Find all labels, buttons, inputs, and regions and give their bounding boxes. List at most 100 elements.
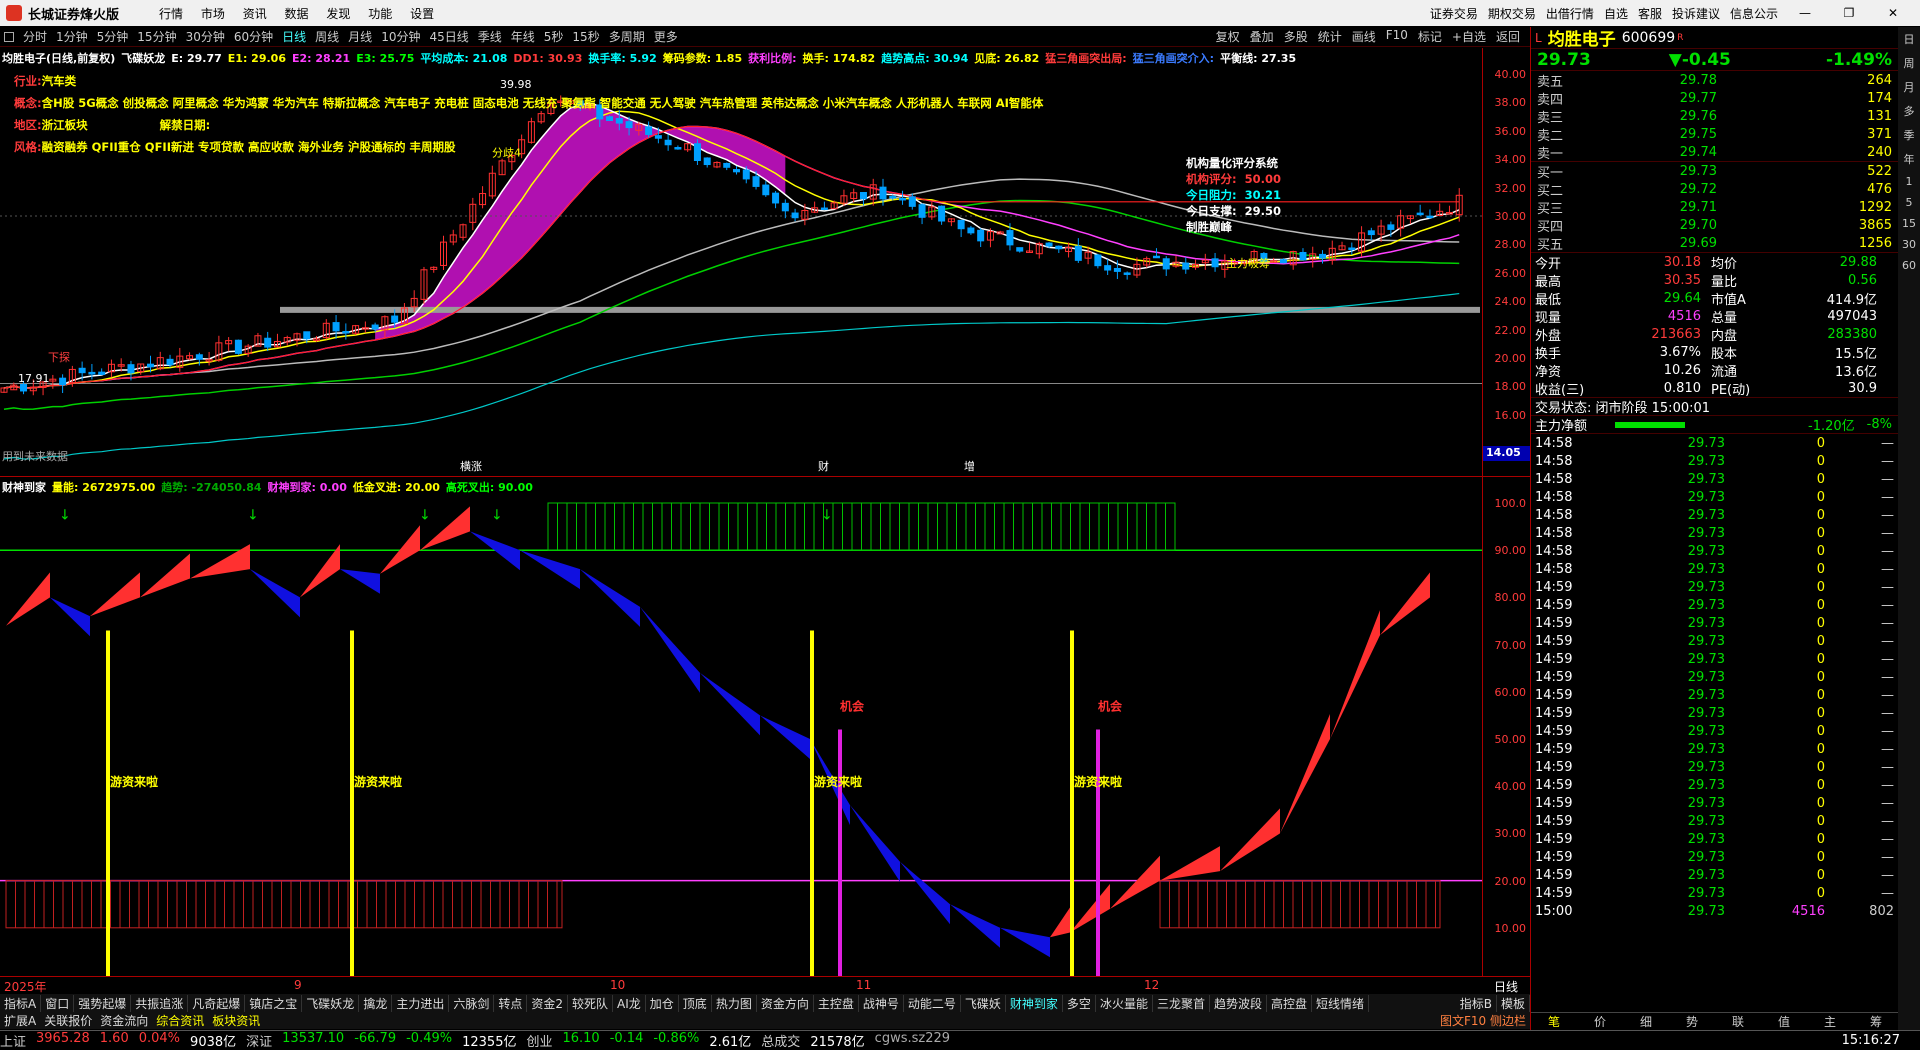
tool-button[interactable]: 画线 — [1352, 28, 1376, 45]
detail-tab[interactable]: 筹 — [1853, 1013, 1899, 1030]
indicator-tab[interactable]: 顶底 — [679, 994, 712, 1012]
top-link[interactable]: 信息公示 — [1730, 5, 1778, 22]
side-period[interactable]: 月 — [1904, 79, 1915, 95]
side-period[interactable]: 多 — [1904, 103, 1915, 119]
minimize-icon[interactable]: — — [1788, 6, 1822, 20]
period-tab[interactable]: 月线 — [348, 28, 372, 45]
layout-icon[interactable] — [4, 31, 14, 42]
close-icon[interactable]: ✕ — [1876, 6, 1910, 20]
indicator-tab[interactable]: AI龙 — [613, 994, 646, 1012]
period-tab[interactable]: 5秒 — [544, 28, 564, 45]
side-period[interactable]: 年 — [1904, 151, 1915, 167]
extension-tab[interactable]: 资金流向 — [96, 1012, 152, 1029]
period-tab[interactable]: 季线 — [478, 28, 502, 45]
menu-item[interactable]: 功能 — [368, 7, 392, 21]
indicator-tab[interactable]: 资金2 — [527, 994, 569, 1012]
top-link[interactable]: 自选 — [1604, 5, 1628, 22]
indicator-tab[interactable]: 擒龙 — [359, 994, 393, 1012]
menu-item[interactable]: 资讯 — [243, 7, 267, 21]
tool-button[interactable]: F10 — [1386, 28, 1408, 45]
menu-item[interactable]: 数据 — [285, 7, 309, 21]
indicator-tab[interactable]: 热力图 — [712, 994, 757, 1012]
period-tab[interactable]: 年线 — [511, 28, 535, 45]
indicator-right-tab[interactable]: 模板 — [1497, 994, 1530, 1012]
tool-button[interactable]: 多股 — [1284, 28, 1308, 45]
period-tab[interactable]: 15秒 — [572, 28, 599, 45]
period-tab[interactable]: 1分钟 — [56, 28, 88, 45]
menu-item[interactable]: 设置 — [410, 7, 434, 21]
indicator-tab[interactable]: 多空 — [1063, 994, 1096, 1012]
indicator-tab[interactable]: 飞碟妖龙 — [302, 994, 360, 1012]
period-tab[interactable]: 15分钟 — [137, 28, 176, 45]
top-link[interactable]: 期权交易 — [1488, 5, 1536, 22]
indicator-right-tab[interactable]: 指标B — [1456, 994, 1497, 1012]
side-period[interactable]: 15 — [1902, 217, 1916, 230]
period-tab[interactable]: 分时 — [23, 28, 47, 45]
side-period[interactable]: 季 — [1904, 127, 1915, 143]
menu-item[interactable]: 行情 — [159, 7, 183, 21]
indicator-tab[interactable]: 高控盘 — [1267, 994, 1312, 1012]
indicator-tab[interactable]: 战神号 — [859, 994, 904, 1012]
indicator-tab[interactable]: 三龙聚首 — [1153, 994, 1210, 1012]
extension-tab[interactable]: 综合资讯 — [152, 1012, 208, 1029]
side-period[interactable]: 日 — [1904, 31, 1915, 47]
extension-tab[interactable]: 关联报价 — [40, 1012, 96, 1029]
indicator-tab[interactable]: 飞碟妖 — [961, 994, 1006, 1012]
tool-button[interactable]: 返回 — [1496, 28, 1520, 45]
period-tab[interactable]: 30分钟 — [186, 28, 225, 45]
indicator-tab[interactable]: 冰火量能 — [1096, 994, 1153, 1012]
period-tab[interactable]: 5分钟 — [97, 28, 129, 45]
tool-button[interactable]: +自选 — [1452, 28, 1486, 45]
indicator-tab[interactable]: 资金方向 — [757, 994, 814, 1012]
top-link[interactable]: 客服 — [1638, 5, 1662, 22]
side-period[interactable]: 周 — [1904, 55, 1915, 71]
detail-tab[interactable]: 细 — [1623, 1013, 1669, 1030]
detail-tab[interactable]: 联 — [1715, 1013, 1761, 1030]
indicator-tab[interactable]: 短线情绪 — [1312, 994, 1370, 1012]
top-link[interactable]: 投诉建议 — [1672, 5, 1720, 22]
top-link[interactable]: 证券交易 — [1430, 5, 1478, 22]
extension-tab[interactable]: 板块资讯 — [208, 1012, 264, 1029]
sub-indicator-chart[interactable]: 游资来啦 游资来啦 游资来啦 游资来啦 机会 机会 ↓ ↓ ↓ ↓ ↓ 财神到家 量能: 267297… — [0, 476, 1482, 980]
indicator-tab[interactable]: 强势起爆 — [74, 994, 132, 1012]
tool-button[interactable]: 统计 — [1318, 28, 1342, 45]
period-tab[interactable]: 更多 — [654, 28, 678, 45]
indicator-tab[interactable]: 加仓 — [646, 994, 679, 1012]
indicator-tab[interactable]: 六脉剑 — [449, 994, 495, 1012]
side-period[interactable]: 30 — [1902, 238, 1916, 251]
side-period[interactable]: 5 — [1906, 196, 1913, 209]
detail-tab[interactable]: 值 — [1761, 1013, 1807, 1030]
indicator-tab[interactable]: 主力进出 — [392, 994, 450, 1012]
indicator-tab[interactable]: 指标A — [0, 994, 42, 1012]
indicator-tab[interactable]: 共振追涨 — [131, 994, 189, 1012]
top-link[interactable]: 出借行情 — [1546, 5, 1594, 22]
tool-button[interactable]: 叠加 — [1250, 28, 1274, 45]
detail-tab[interactable]: 主 — [1807, 1013, 1853, 1030]
extension-tab[interactable]: 扩展A — [0, 1012, 40, 1029]
period-tab[interactable]: 45日线 — [429, 28, 468, 45]
indicator-tab[interactable]: 财神到家 — [1006, 994, 1063, 1012]
indicator-tab[interactable]: 动能二号 — [904, 994, 961, 1012]
tool-button[interactable]: 标记 — [1418, 28, 1442, 45]
period-tab[interactable]: 多周期 — [609, 28, 645, 45]
indicator-canvas[interactable]: 游资来啦 游资来啦 游资来啦 游资来啦 机会 机会 ↓ ↓ ↓ ↓ ↓ — [0, 477, 1482, 980]
tool-button[interactable]: 复权 — [1216, 28, 1240, 45]
period-tab[interactable]: 日线 — [282, 28, 306, 45]
side-period[interactable]: 60 — [1902, 259, 1916, 272]
detail-tab[interactable]: 势 — [1669, 1013, 1715, 1030]
indicator-tab[interactable]: 窗口 — [41, 994, 75, 1012]
indicator-tab[interactable]: 凡奇起爆 — [188, 994, 246, 1012]
indicator-tab[interactable]: 趋势波段 — [1210, 994, 1267, 1012]
period-tab[interactable]: 60分钟 — [234, 28, 273, 45]
detail-tab[interactable]: 价 — [1577, 1013, 1623, 1030]
indicator-tab[interactable]: 镇店之宝 — [245, 994, 303, 1012]
side-period[interactable]: 1 — [1906, 175, 1913, 188]
indicator-tab[interactable]: 转点 — [494, 994, 528, 1012]
detail-tab[interactable]: 笔 — [1531, 1013, 1577, 1030]
period-tab[interactable]: 10分钟 — [381, 28, 420, 45]
indicator-tab[interactable]: 较死队 — [568, 994, 614, 1012]
tick-list[interactable]: 14:58 29.73 0—14:58 29.73 0—14:58 29.73 0—14:5… — [1531, 434, 1898, 920]
indicator-tab[interactable]: 主控盘 — [814, 994, 859, 1012]
menu-item[interactable]: 市场 — [201, 7, 225, 21]
menu-item[interactable]: 发现 — [326, 7, 350, 21]
